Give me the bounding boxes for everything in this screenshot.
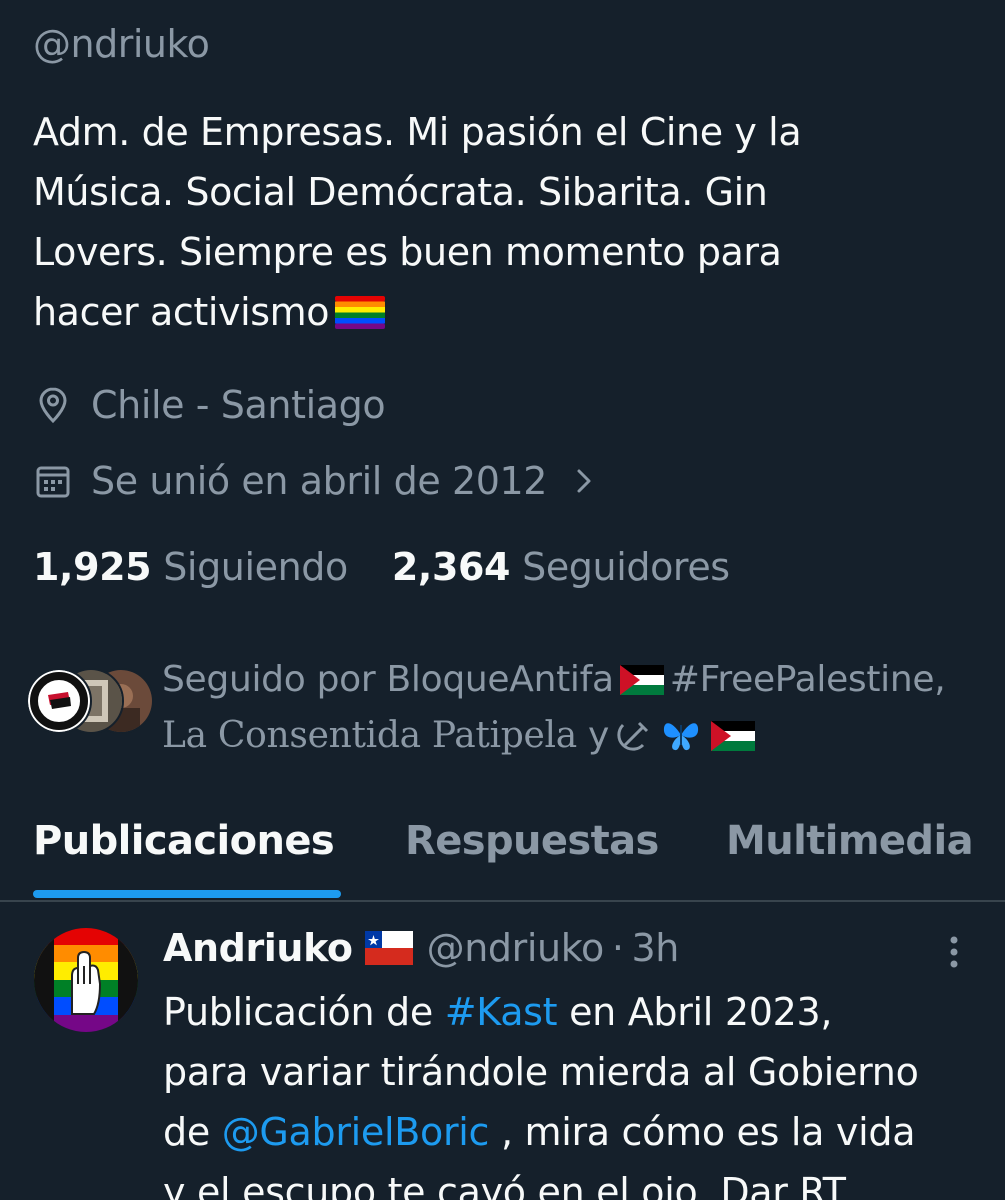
tab-respuestas[interactable]: Respuestas — [405, 818, 659, 864]
location-pin-icon — [39, 387, 67, 424]
followers-label: Seguidores — [522, 545, 730, 589]
tweet-line: Publicación de #Kast en Abril 2023, — [163, 982, 993, 1042]
followed-and: y — [588, 715, 610, 756]
profile-tabs: Publicaciones Respuestas Multimedia — [0, 808, 1005, 900]
tweet-avatar[interactable] — [34, 928, 138, 1032]
tweet-separator: · — [611, 926, 624, 970]
bio-line-text: hacer activismo — [33, 290, 330, 334]
following-label: Siguiendo — [163, 545, 348, 589]
tab-publicaciones[interactable]: Publicaciones — [33, 818, 335, 864]
profile-handle: @ndriuko — [33, 22, 210, 66]
calendar-icon — [36, 466, 70, 498]
avatar — [26, 668, 92, 734]
followers-count: 2,364 — [391, 545, 511, 589]
followed-line-2: La Consentida Patipela y — [162, 708, 992, 764]
followed-name: La Consentida Patipela — [162, 715, 577, 756]
tweet-time[interactable]: 3h — [632, 926, 680, 970]
followed-line-1: Seguido por BloqueAntifa #FreePalestine, — [162, 652, 992, 708]
followed-by-label: Seguido por BloqueAntifa — [162, 659, 614, 700]
tweet-header: Andriuko @ndriuko · 3h — [163, 926, 679, 970]
hashtag-link[interactable]: #Kast — [445, 990, 558, 1034]
butterfly-icon — [663, 723, 699, 751]
profile-page: @ndriuko Adm. de Empresas. Mi pasión el … — [0, 0, 1005, 1200]
tweet-text: Publicación de #Kast en Abril 2023, para… — [163, 982, 993, 1200]
tweet-line: para variar tirándole mierda al Gobierno — [163, 1050, 919, 1094]
profile-joined[interactable]: Se unió en abril de 2012 — [33, 456, 599, 506]
tweet-text-segment: , mira cómo es la vida — [500, 1110, 916, 1154]
tweet-author-name[interactable]: Andriuko — [163, 926, 353, 970]
palestine-flag-icon — [711, 721, 756, 751]
following-count: 1,925 — [33, 545, 152, 589]
active-tab-indicator — [33, 890, 341, 898]
avatar-image — [34, 928, 138, 1032]
bio-line: Lovers. Siempre es buen momento para — [33, 230, 782, 274]
joined-text: Se unió en abril de 2012 — [91, 459, 548, 503]
followers-link[interactable]: 2,364 Seguidores — [392, 545, 730, 589]
bio-line-last: hacer activismo — [33, 282, 973, 342]
chile-flag-icon — [364, 931, 413, 965]
tweet-author-handle[interactable]: @ndriuko — [427, 926, 605, 970]
bio-line: Adm. de Empresas. Mi pasión el Cine y la — [33, 110, 802, 154]
profile-bio: Adm. de Empresas. Mi pasión el Cine y la… — [33, 102, 973, 342]
followed-by-avatars[interactable] — [26, 668, 154, 734]
tweet-text-segment: en Abril 2023, — [569, 990, 833, 1034]
palestine-flag-icon — [619, 665, 664, 695]
antifa-logo-icon — [28, 670, 90, 732]
following-link[interactable]: 1,925 Siguiendo — [33, 545, 348, 589]
followed-by-text[interactable]: Seguido por BloqueAntifa #FreePalestine,… — [162, 652, 992, 764]
location-text: Chile - Santiago — [91, 383, 386, 427]
followed-hashtag: #FreePalestine, — [669, 659, 946, 700]
tweet-line: de @GabrielBoric , mira cómo es la vida — [163, 1102, 993, 1162]
bio-line: Música. Social Demócrata. Sibarita. Gin — [33, 170, 768, 214]
profile-stats: 1,925 Siguiendo 2,364 Seguidores — [33, 545, 730, 589]
tweet-text-segment: Publicación de — [163, 990, 433, 1034]
tweet-text-segment: de — [163, 1110, 210, 1154]
tab-multimedia[interactable]: Multimedia — [726, 818, 974, 864]
tweet[interactable]: Andriuko @ndriuko · 3h Publicación de #K… — [0, 902, 1005, 1200]
mention-link[interactable]: @GabrielBoric — [222, 1110, 490, 1154]
rainbow-flag-icon — [335, 296, 386, 329]
chevron-right-icon — [577, 469, 591, 493]
hammer-sickle-icon — [617, 721, 649, 751]
tweet-line: y el escupo te cayó en el ojo. Dar RT — [163, 1170, 846, 1200]
more-options-icon[interactable] — [940, 932, 968, 972]
profile-location: Chile - Santiago — [33, 380, 386, 430]
